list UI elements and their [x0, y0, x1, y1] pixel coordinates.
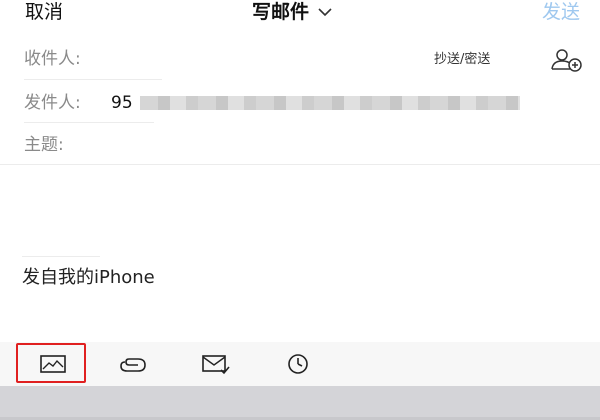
mail-icon[interactable] [200, 352, 230, 376]
cc-bcc-button[interactable]: 抄送/密送 [434, 52, 490, 68]
redacted-address-blur [140, 96, 520, 110]
clock-icon[interactable] [283, 352, 313, 376]
subject-label: 主题: [24, 135, 64, 155]
compose-title-dropdown[interactable]: 写邮件 [252, 0, 332, 24]
keyboard-area [0, 386, 600, 420]
divider [24, 122, 154, 123]
sender-label: 发件人: [24, 93, 81, 113]
chevron-down-icon [318, 8, 332, 17]
recipient-label: 收件人: [24, 49, 81, 69]
divider [0, 164, 600, 165]
cancel-button[interactable]: 取消 [25, 0, 63, 24]
page-title: 写邮件 [252, 1, 310, 23]
add-contact-icon[interactable] [549, 48, 583, 72]
message-body-area[interactable] [0, 168, 600, 338]
send-button[interactable]: 发送 [542, 0, 580, 24]
image-icon[interactable] [38, 352, 68, 376]
sender-address: 95 [111, 93, 133, 113]
signature-separator [22, 256, 100, 257]
email-signature: 发自我的iPhone [22, 267, 155, 288]
attachment-icon[interactable] [118, 352, 148, 376]
divider [24, 79, 162, 80]
